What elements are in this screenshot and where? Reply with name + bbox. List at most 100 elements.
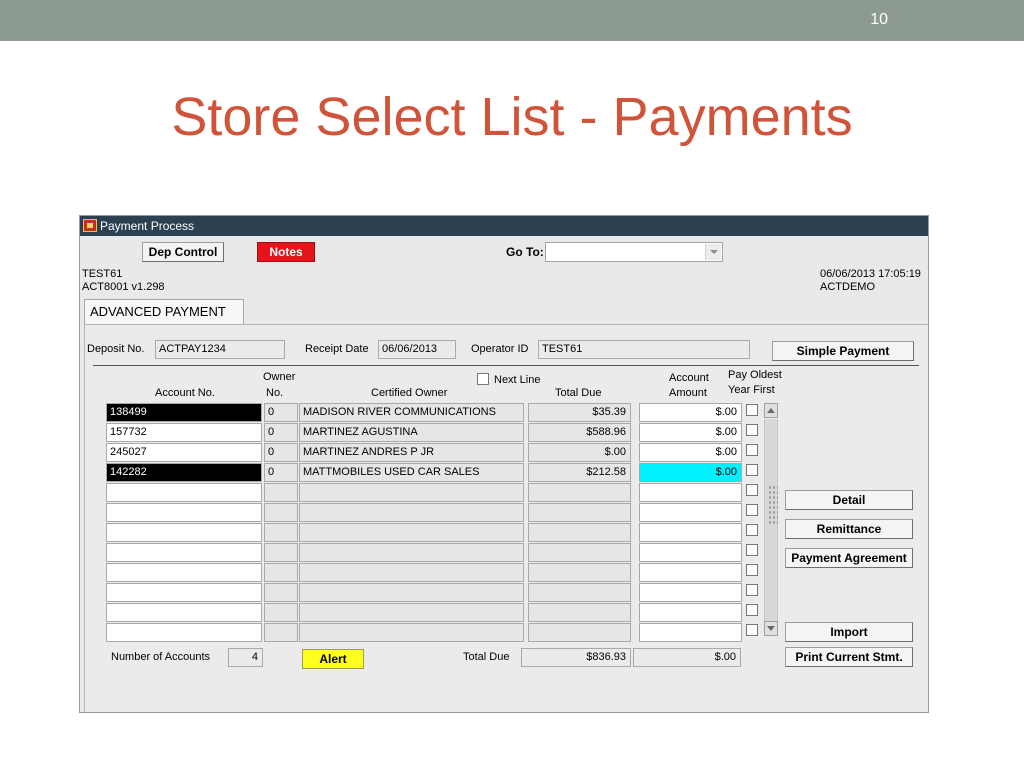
account-no-cell[interactable]: 157732 bbox=[106, 423, 262, 442]
certified-owner-cell bbox=[299, 623, 524, 642]
tab-advanced-payment[interactable]: ADVANCED PAYMENT bbox=[84, 299, 244, 324]
app-icon bbox=[83, 219, 97, 232]
account-no-cell[interactable] bbox=[106, 523, 262, 542]
header-left-line2: ACT8001 v1.298 bbox=[82, 281, 165, 293]
account-amount-cell[interactable] bbox=[639, 483, 742, 502]
total-amount-field: $.00 bbox=[633, 648, 741, 667]
deposit-field[interactable]: ACTPAY1234 bbox=[155, 340, 285, 359]
deposit-label: Deposit No. bbox=[87, 343, 145, 355]
operator-id-field[interactable]: TEST61 bbox=[538, 340, 750, 359]
owner-no-cell bbox=[264, 523, 298, 542]
owner-no-cell bbox=[264, 563, 298, 582]
scroll-up-icon[interactable] bbox=[764, 403, 778, 418]
total-due-cell: $.00 bbox=[528, 443, 631, 462]
total-due-cell bbox=[528, 583, 631, 602]
account-no-cell[interactable]: 245027 bbox=[106, 443, 262, 462]
receipt-date-label: Receipt Date bbox=[305, 343, 369, 355]
payment-agreement-button[interactable]: Payment Agreement bbox=[785, 548, 913, 568]
account-amount-cell[interactable] bbox=[639, 543, 742, 562]
pay-oldest-checkbox[interactable] bbox=[746, 424, 758, 436]
goto-select[interactable] bbox=[545, 242, 723, 262]
chevron-down-icon[interactable] bbox=[705, 244, 721, 260]
pay-oldest-checkbox[interactable] bbox=[746, 604, 758, 616]
notes-button[interactable]: Notes bbox=[257, 242, 315, 262]
total-due-cell: $212.58 bbox=[528, 463, 631, 482]
certified-owner-cell: MADISON RIVER COMMUNICATIONS bbox=[299, 403, 524, 422]
header-date: 06/06/2013 17:05:19 bbox=[820, 268, 921, 280]
advanced-payment-panel: Deposit No. ACTPAY1234 Receipt Date 06/0… bbox=[84, 324, 928, 712]
owner-no-cell: 0 bbox=[264, 443, 298, 462]
account-amount-cell[interactable]: $.00 bbox=[639, 403, 742, 422]
account-amount-cell[interactable] bbox=[639, 503, 742, 522]
account-amount-cell[interactable] bbox=[639, 623, 742, 642]
header-left: TEST61 ACT8001 v1.298 bbox=[82, 268, 165, 294]
header-user: ACTDEMO bbox=[820, 281, 875, 293]
account-amount-cell[interactable] bbox=[639, 523, 742, 542]
total-due-cell: $35.39 bbox=[528, 403, 631, 422]
account-no-cell[interactable] bbox=[106, 603, 262, 622]
account-amount-cell[interactable] bbox=[639, 563, 742, 582]
next-line-checkbox[interactable] bbox=[477, 373, 489, 385]
account-amount-cell[interactable] bbox=[639, 583, 742, 602]
simple-payment-button[interactable]: Simple Payment bbox=[772, 341, 914, 361]
certified-owner-cell bbox=[299, 563, 524, 582]
import-button[interactable]: Import bbox=[785, 622, 913, 642]
owner-no-cell: 0 bbox=[264, 463, 298, 482]
account-no-cell[interactable] bbox=[106, 483, 262, 502]
pay-oldest-checkbox[interactable] bbox=[746, 444, 758, 456]
slide-top-bar: 10 bbox=[0, 0, 1024, 41]
account-amount-cell[interactable]: $.00 bbox=[639, 423, 742, 442]
total-due-cell bbox=[528, 623, 631, 642]
alert-button[interactable]: Alert bbox=[302, 649, 364, 669]
owner-no-header-line1: Owner bbox=[263, 371, 296, 383]
scroll-down-icon[interactable] bbox=[764, 621, 778, 636]
certified-owner-cell bbox=[299, 583, 524, 602]
detail-button[interactable]: Detail bbox=[785, 490, 913, 510]
remittance-button[interactable]: Remittance bbox=[785, 519, 913, 539]
pay-oldest-checkbox[interactable] bbox=[746, 464, 758, 476]
account-no-cell[interactable]: 142282 bbox=[106, 463, 262, 482]
pay-oldest-header-line2: Year First bbox=[728, 384, 775, 396]
account-no-cell[interactable] bbox=[106, 543, 262, 562]
pay-oldest-checkbox[interactable] bbox=[746, 404, 758, 416]
pay-oldest-checkbox[interactable] bbox=[746, 524, 758, 536]
account-no-cell[interactable]: 138499 bbox=[106, 403, 262, 422]
owner-no-cell bbox=[264, 603, 298, 622]
owner-no-cell: 0 bbox=[264, 423, 298, 442]
account-amount-cell[interactable]: $.00 bbox=[639, 443, 742, 462]
pay-oldest-checkbox[interactable] bbox=[746, 584, 758, 596]
scrollbar-grip-icon[interactable] bbox=[768, 485, 778, 525]
owner-no-cell: 0 bbox=[264, 403, 298, 422]
operator-id-label: Operator ID bbox=[471, 343, 529, 355]
account-no-cell[interactable] bbox=[106, 563, 262, 582]
account-no-cell[interactable] bbox=[106, 623, 262, 642]
pay-oldest-checkbox[interactable] bbox=[746, 504, 758, 516]
total-due-cell bbox=[528, 543, 631, 562]
owner-no-cell bbox=[264, 543, 298, 562]
account-no-cell[interactable] bbox=[106, 583, 262, 602]
owner-no-cell bbox=[264, 503, 298, 522]
certified-owner-cell bbox=[299, 503, 524, 522]
toolbar: Dep Control Notes Go To: bbox=[80, 236, 928, 264]
pay-oldest-checkbox[interactable] bbox=[746, 624, 758, 636]
print-current-stmt-button[interactable]: Print Current Stmt. bbox=[785, 647, 913, 667]
certified-owner-cell bbox=[299, 523, 524, 542]
pay-oldest-header-line1: Pay Oldest bbox=[728, 369, 782, 381]
account-no-cell[interactable] bbox=[106, 503, 262, 522]
account-amount-cell[interactable]: $.00 bbox=[639, 463, 742, 482]
payment-process-window: Payment Process Dep Control Notes Go To:… bbox=[79, 215, 929, 713]
certified-owner-header: Certified Owner bbox=[371, 387, 448, 399]
pay-oldest-checkbox[interactable] bbox=[746, 564, 758, 576]
slide-number: 10 bbox=[870, 11, 888, 28]
number-of-accounts-label: Number of Accounts bbox=[111, 651, 211, 663]
pay-oldest-checkbox[interactable] bbox=[746, 544, 758, 556]
pay-oldest-checkbox[interactable] bbox=[746, 484, 758, 496]
total-due-cell bbox=[528, 603, 631, 622]
account-amount-cell[interactable] bbox=[639, 603, 742, 622]
header-right: 06/06/2013 17:05:19 ACTDEMO bbox=[820, 268, 921, 294]
total-due-cell bbox=[528, 523, 631, 542]
header-left-line1: TEST61 bbox=[82, 268, 123, 280]
dep-control-button[interactable]: Dep Control bbox=[142, 242, 224, 262]
next-line-label: Next Line bbox=[494, 374, 541, 386]
receipt-date-field[interactable]: 06/06/2013 bbox=[378, 340, 456, 359]
